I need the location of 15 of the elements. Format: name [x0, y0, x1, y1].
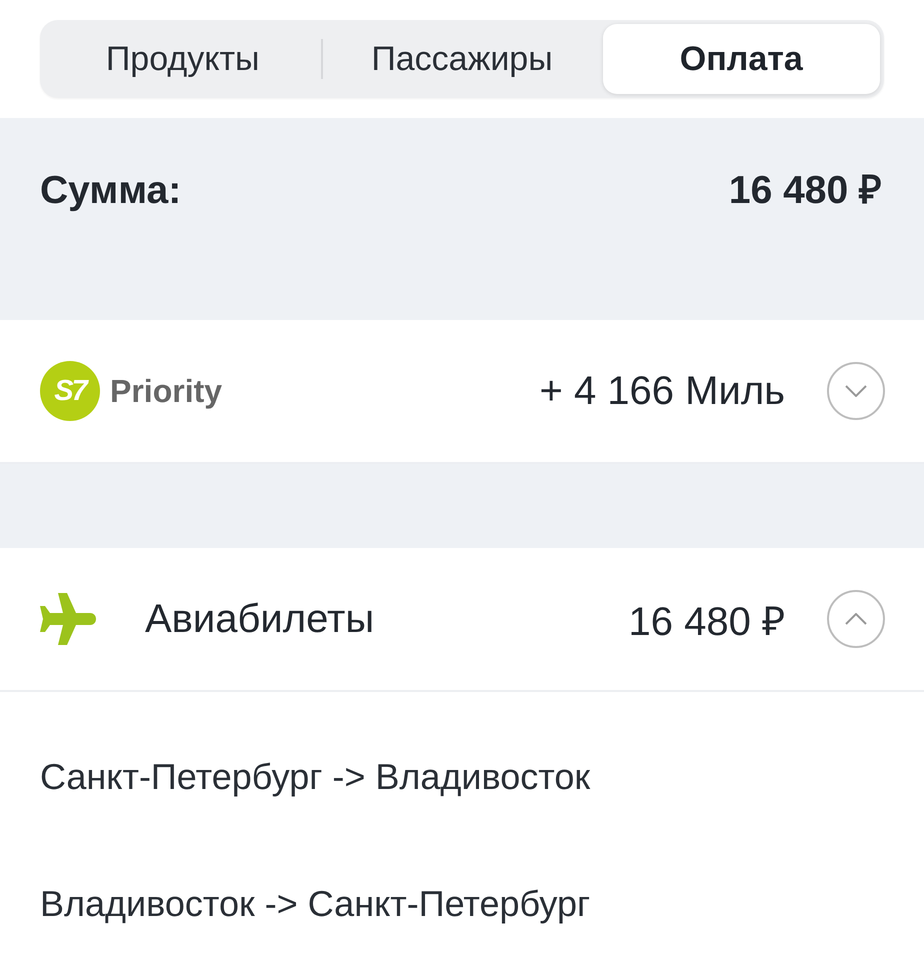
route-text: Санкт-Петербург -> Владивосток [40, 755, 590, 799]
tab[interactable]: Оплата [602, 24, 880, 94]
chevron-down-icon [845, 385, 867, 397]
section-title: Авиабилеты [145, 596, 374, 642]
route-text: Владивосток -> Санкт-Петербург [40, 882, 590, 926]
airplane-icon [40, 593, 96, 645]
tab[interactable]: Продукты [44, 24, 322, 94]
tab[interactable]: Пассажиры [323, 24, 601, 94]
section-value: + 4 166 Миль [539, 368, 785, 414]
total-label: Сумма: [40, 168, 182, 214]
section-value: 16 480 ₽ [628, 598, 785, 646]
chevron-up-icon [845, 613, 867, 625]
total-amount: 16 480 ₽ [728, 168, 882, 214]
logo-name: Priority [110, 372, 222, 410]
logo-mark: S7 [40, 361, 100, 421]
